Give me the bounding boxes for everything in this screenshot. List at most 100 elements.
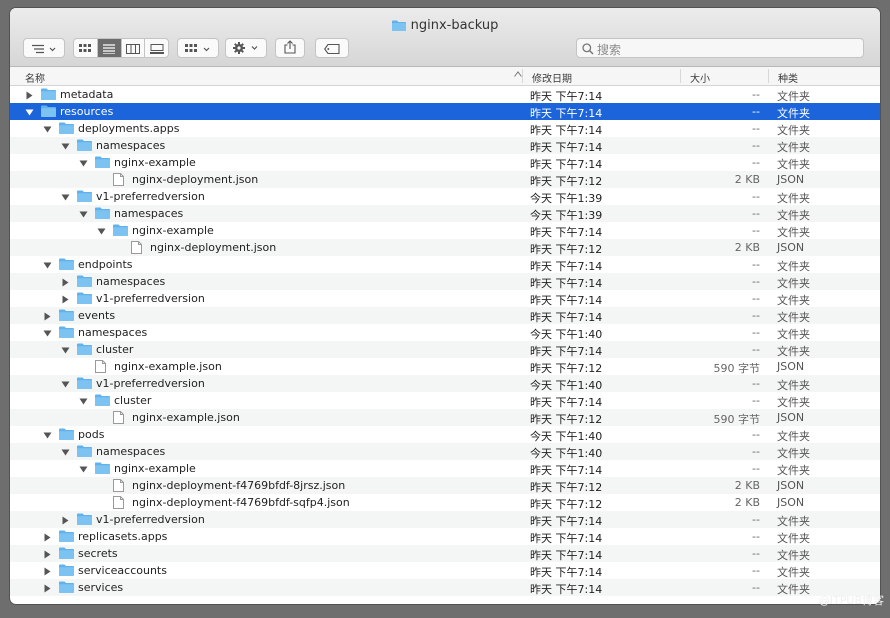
disclosure-triangle-down-icon[interactable] [43,260,52,269]
folder-row[interactable]: namespaces 今天 下午1:39 -- 文件夹 [10,205,880,222]
item-kind: JSON [777,173,805,186]
column-divider[interactable] [768,69,769,83]
disclosure-triangle-right-icon[interactable] [43,549,52,559]
folder-icon [59,530,74,545]
item-kind: 文件夹 [777,277,810,290]
folder-row[interactable]: events 昨天 下午7:14 -- 文件夹 [10,307,880,324]
disclosure-triangle-down-icon[interactable] [61,192,70,201]
item-kind: 文件夹 [777,141,810,154]
disclosure-triangle-right-icon[interactable] [43,583,52,593]
folder-icon [59,547,74,562]
action-menu-button[interactable] [225,38,267,58]
folder-icon [95,156,110,171]
view-mode-control[interactable] [73,38,169,58]
folder-icon [95,207,110,222]
share-button[interactable] [275,38,305,58]
file-row[interactable]: nginx-deployment.json 昨天 下午7:12 2 KB JSON [10,171,880,188]
disclosure-triangle-down-icon[interactable] [79,158,88,167]
disclosure-triangle-right-icon[interactable] [43,532,52,542]
json-file-icon [131,241,142,257]
file-row[interactable]: nginx-deployment-f4769bfdf-8jrsz.json 昨天 … [10,477,880,494]
list-view-button[interactable] [97,39,122,57]
column-divider[interactable] [680,69,681,83]
file-row[interactable]: nginx-example.json 昨天 下午7:12 590 字节 JSON [10,358,880,375]
disclosure-triangle-right-icon[interactable] [43,566,52,576]
folder-row[interactable]: namespaces 昨天 下午7:14 -- 文件夹 [10,273,880,290]
folder-row[interactable]: namespaces 今天 下午1:40 -- 文件夹 [10,443,880,460]
file-row[interactable]: nginx-example.json 昨天 下午7:12 590 字节 JSON [10,409,880,426]
column-divider[interactable] [522,69,523,83]
folder-row[interactable]: metadata 昨天 下午7:14 -- 文件夹 [10,86,880,103]
folder-row[interactable]: v1-preferredversion 今天 下午1:39 -- 文件夹 [10,188,880,205]
folder-row[interactable]: v1-preferredversion 今天 下午1:40 -- 文件夹 [10,375,880,392]
item-date: 昨天 下午7:14 [530,294,603,307]
folder-row[interactable]: cluster 昨天 下午7:14 -- 文件夹 [10,392,880,409]
disclosure-triangle-down-icon[interactable] [79,464,88,473]
item-date: 昨天 下午7:14 [530,464,603,477]
column-header-kind[interactable]: 种类 [778,70,798,85]
column-header-size[interactable]: 大小 [690,70,710,85]
folder-row[interactable]: v1-preferredversion 昨天 下午7:14 -- 文件夹 [10,290,880,307]
item-date: 昨天 下午7:14 [530,532,603,545]
item-size: -- [752,564,760,577]
item-date: 今天 下午1:40 [530,328,603,341]
disclosure-triangle-right-icon[interactable] [61,294,70,304]
item-date: 今天 下午1:39 [530,192,603,205]
disclosure-triangle-down-icon[interactable] [43,430,52,439]
folder-icon [77,292,92,307]
item-size: -- [752,377,760,390]
disclosure-triangle-down-icon[interactable] [43,124,52,133]
folder-row[interactable]: namespaces 昨天 下午7:14 -- 文件夹 [10,137,880,154]
folder-row[interactable]: services 昨天 下午7:14 -- 文件夹 [10,579,880,596]
disclosure-triangle-right-icon[interactable] [61,515,70,525]
disclosure-triangle-down-icon[interactable] [61,345,70,354]
disclosure-triangle-down-icon[interactable] [61,141,70,150]
folder-row[interactable]: nginx-example 昨天 下午7:14 -- 文件夹 [10,222,880,239]
folder-row[interactable]: nginx-example 昨天 下午7:14 -- 文件夹 [10,460,880,477]
item-size: -- [752,462,760,475]
item-date: 昨天 下午7:14 [530,396,603,409]
file-row[interactable]: nginx-deployment-f4769bfdf-sqfp4.json 昨天 … [10,494,880,511]
item-date: 昨天 下午7:14 [530,90,603,103]
tag-button[interactable] [315,38,349,58]
folder-row[interactable]: endpoints 昨天 下午7:14 -- 文件夹 [10,256,880,273]
icon-view-button[interactable] [74,39,98,57]
sort-options-button[interactable] [23,38,65,58]
item-size: -- [752,581,760,594]
item-kind: 文件夹 [777,328,810,341]
disclosure-triangle-right-icon[interactable] [43,311,52,321]
item-size: -- [752,224,760,237]
folder-row[interactable]: replicasets.apps 昨天 下午7:14 -- 文件夹 [10,528,880,545]
folder-row[interactable]: secrets 昨天 下午7:14 -- 文件夹 [10,545,880,562]
disclosure-triangle-down-icon[interactable] [61,447,70,456]
folder-row[interactable]: resources 昨天 下午7:14 -- 文件夹 [10,103,880,120]
item-name: nginx-example [132,224,214,237]
file-row[interactable]: nginx-deployment.json 昨天 下午7:12 2 KB JSON [10,239,880,256]
item-name: resources [60,105,114,118]
item-name: v1-preferredversion [96,513,205,526]
group-by-button[interactable] [177,38,219,58]
disclosure-triangle-down-icon[interactable] [43,328,52,337]
column-header-name[interactable]: 名称 [25,70,45,85]
gallery-view-button[interactable] [145,39,168,57]
disclosure-triangle-right-icon[interactable] [25,90,34,100]
item-kind: JSON [777,360,805,373]
folder-row[interactable]: cluster 昨天 下午7:14 -- 文件夹 [10,341,880,358]
item-size: -- [752,122,760,135]
folder-row[interactable]: deployments.apps 昨天 下午7:14 -- 文件夹 [10,120,880,137]
folder-row[interactable]: nginx-example 昨天 下午7:14 -- 文件夹 [10,154,880,171]
folder-row[interactable]: namespaces 今天 下午1:40 -- 文件夹 [10,324,880,341]
disclosure-triangle-down-icon[interactable] [97,226,106,235]
disclosure-triangle-right-icon[interactable] [61,277,70,287]
folder-row[interactable]: serviceaccounts 昨天 下午7:14 -- 文件夹 [10,562,880,579]
column-header-date[interactable]: 修改日期 [532,70,572,85]
disclosure-triangle-down-icon[interactable] [25,107,34,116]
disclosure-triangle-down-icon[interactable] [61,379,70,388]
folder-icon [59,309,74,324]
disclosure-triangle-down-icon[interactable] [79,209,88,218]
search-field[interactable]: 搜索 [576,38,864,58]
disclosure-triangle-down-icon[interactable] [79,396,88,405]
column-view-button[interactable] [122,39,146,57]
folder-row[interactable]: pods 今天 下午1:40 -- 文件夹 [10,426,880,443]
folder-row[interactable]: v1-preferredversion 昨天 下午7:14 -- 文件夹 [10,511,880,528]
